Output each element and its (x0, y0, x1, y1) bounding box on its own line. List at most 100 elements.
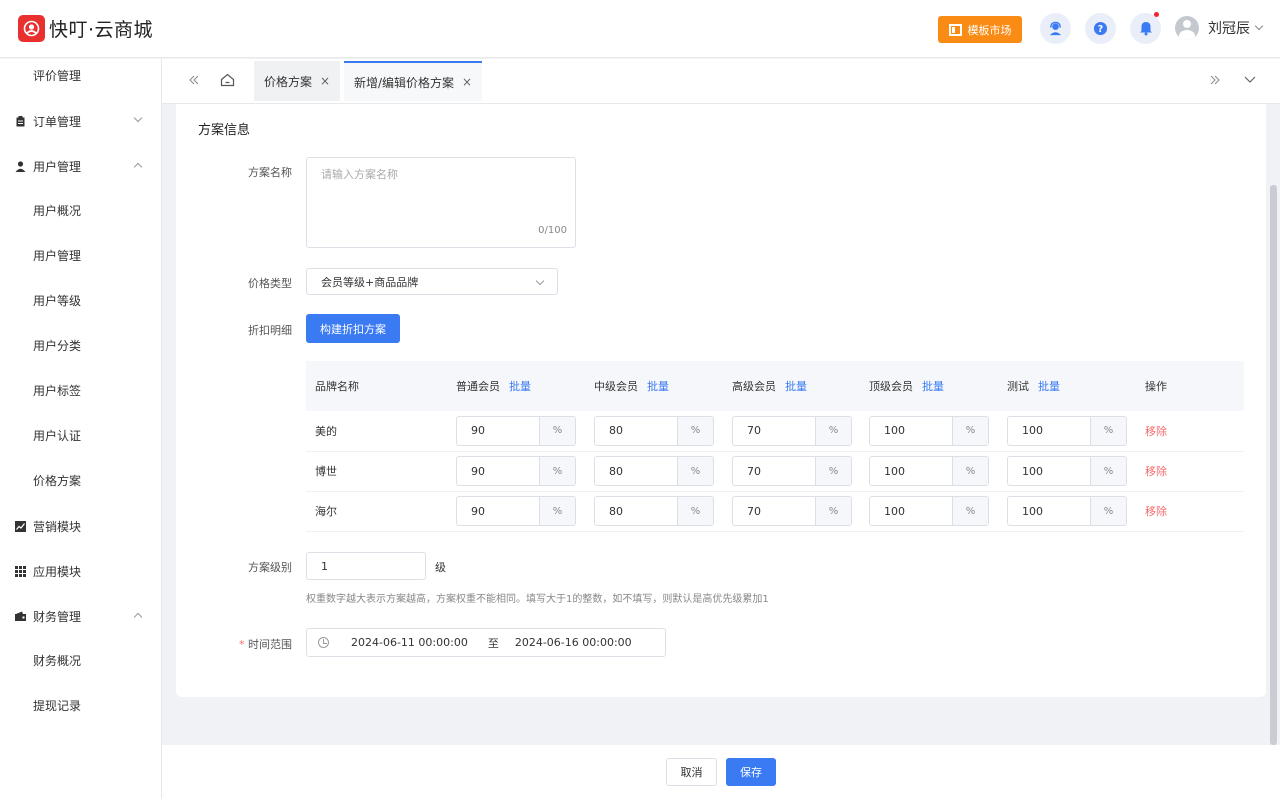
discount-value: 90 (471, 464, 485, 478)
user-menu[interactable]: 刘冠辰 (1175, 16, 1264, 40)
sidebar-item-user-verification[interactable]: 用户认证 (0, 413, 161, 457)
discount-input[interactable]: 80% (594, 456, 714, 486)
table-row: 美的 90% 80% 70% 100% 100% 移除 (306, 411, 1244, 452)
sidebar-item-withdrawals[interactable]: 提现记录 (0, 683, 161, 727)
discount-input[interactable]: 90% (456, 456, 576, 486)
action-cell: 移除 (1136, 411, 1244, 452)
sidebar-item-label: 营销模块 (33, 519, 82, 534)
discount-input[interactable]: 70% (732, 496, 852, 526)
sidebar-item-label: 应用模块 (33, 564, 82, 579)
plan-level-hint: 权重数字越大表示方案越高，方案权重不能相同。填写大于1的整数，如不填写，则默认是… (306, 594, 769, 605)
discount-table: 品牌名称 普通会员 批量 中级会员 批量 高级会员 批量 顶级会员 批量 测试 批量 操作… (306, 361, 1244, 532)
brand-logo[interactable]: 快叮·云商城 (18, 15, 153, 42)
discount-cell: 70% (723, 451, 860, 492)
discount-input[interactable]: 70% (732, 415, 852, 446)
plan-level-unit: 级 (435, 561, 446, 574)
tab-label: 价格方案 (264, 74, 313, 89)
batch-link[interactable]: 批量 (922, 380, 944, 393)
discount-input[interactable]: 70% (732, 456, 852, 486)
close-icon[interactable]: × (320, 74, 330, 88)
chevrons-left-icon[interactable] (188, 74, 200, 86)
notification-button[interactable] (1130, 12, 1161, 44)
discount-value: 100 (884, 504, 905, 518)
batch-link[interactable]: 批量 (1038, 380, 1060, 393)
discount-input[interactable]: 100% (1007, 456, 1127, 486)
discount-input[interactable]: 100% (869, 415, 989, 446)
sidebar-item-users[interactable]: 用户管理 (0, 144, 161, 188)
discount-value: 70 (747, 424, 761, 438)
discount-input[interactable]: 100% (869, 496, 989, 526)
sidebar-item-user-levels[interactable]: 用户等级 (0, 278, 161, 322)
batch-link[interactable]: 批量 (509, 380, 531, 393)
wallet-icon (15, 611, 26, 621)
discount-input[interactable]: 100% (869, 456, 989, 486)
level-column-header: 高级会员 批量 (723, 361, 860, 411)
sidebar-item-user-tags[interactable]: 用户标签 (0, 368, 161, 412)
percent-unit: % (1090, 416, 1126, 445)
price-type-select[interactable]: 会员等级+商品品牌 (306, 268, 558, 295)
table-header-row: 品牌名称 普通会员 批量 中级会员 批量 高级会员 批量 顶级会员 批量 测试 批量 操作 (306, 361, 1244, 411)
level-column-header: 普通会员 批量 (447, 361, 585, 411)
plan-name-input[interactable]: 请输入方案名称 0/100 (306, 157, 576, 248)
brand-cell: 美的 (306, 411, 447, 452)
user-icon (15, 160, 26, 172)
page-scrollbar[interactable] (1270, 185, 1277, 745)
discount-value: 100 (884, 424, 905, 438)
save-button[interactable]: 保存 (726, 758, 776, 786)
section-title: 方案信息 (198, 123, 251, 138)
sidebar-item-user-overview[interactable]: 用户概况 (0, 188, 161, 232)
plan-level-value: 1 (321, 559, 328, 573)
brand-column-header: 品牌名称 (306, 361, 447, 411)
clipboard-icon (16, 115, 25, 126)
notification-dot (1154, 12, 1159, 17)
remove-link[interactable]: 移除 (1145, 465, 1167, 478)
close-icon[interactable]: × (462, 75, 472, 89)
discount-cell: 90% (447, 411, 585, 452)
cancel-button[interactable]: 取消 (666, 758, 717, 786)
percent-unit: % (952, 497, 988, 525)
svg-text:?: ? (1098, 24, 1103, 35)
chart-icon (15, 520, 26, 532)
discount-input[interactable]: 80% (594, 496, 714, 526)
level-column-header: 顶级会员 批量 (860, 361, 998, 411)
time-range-picker[interactable]: 2024-06-11 00:00:00 至 2024-06-16 00:00:0… (306, 628, 666, 657)
support-button[interactable] (1040, 13, 1071, 44)
discount-input[interactable]: 80% (594, 415, 714, 446)
discount-input[interactable]: 100% (1007, 415, 1127, 446)
price-type-value: 会员等级+商品品牌 (321, 275, 419, 289)
home-icon[interactable] (220, 73, 235, 87)
sidebar-item-label: 财务概况 (33, 653, 82, 668)
tab-price-plans[interactable]: 价格方案 × (254, 61, 341, 101)
plan-form-card: 方案信息 方案名称 请输入方案名称 0/100 价格类型 会员等级+商品品牌 折… (176, 104, 1266, 697)
discount-input[interactable]: 90% (456, 496, 576, 526)
level-column-header: 中级会员 批量 (585, 361, 723, 411)
tab-edit-price-plan[interactable]: 新增/编辑价格方案 × (344, 61, 483, 101)
sidebar-item-user-categories[interactable]: 用户分类 (0, 323, 161, 367)
sidebar-item-marketing[interactable]: 营销模块 (0, 504, 161, 548)
discount-value: 70 (747, 504, 761, 518)
chevrons-right-icon[interactable] (1209, 74, 1221, 86)
sidebar-item-reviews[interactable]: 评价管理 (0, 53, 161, 97)
discount-input[interactable]: 90% (456, 415, 576, 446)
remove-link[interactable]: 移除 (1145, 425, 1167, 438)
build-discount-button[interactable]: 构建折扣方案 (306, 314, 400, 343)
start-time[interactable]: 2024-06-11 00:00:00 (351, 636, 468, 649)
end-time[interactable]: 2024-06-16 00:00:00 (515, 636, 632, 649)
sidebar-item-finance[interactable]: 财务管理 (0, 594, 161, 638)
sidebar-item-price-plans[interactable]: 价格方案 (0, 458, 161, 502)
batch-link[interactable]: 批量 (647, 380, 669, 393)
discount-cell: 80% (585, 491, 723, 532)
batch-link[interactable]: 批量 (785, 380, 807, 393)
form-footer: 取消 保存 (162, 745, 1280, 799)
discount-input[interactable]: 100% (1007, 496, 1127, 526)
sidebar-item-apps[interactable]: 应用模块 (0, 549, 161, 593)
sidebar-item-finance-overview[interactable]: 财务概况 (0, 638, 161, 682)
sidebar-item-orders[interactable]: 订单管理 (0, 99, 161, 143)
template-market-button[interactable]: 模板市场 (938, 16, 1022, 43)
help-button[interactable]: ? (1085, 13, 1116, 44)
remove-link[interactable]: 移除 (1145, 505, 1167, 518)
plan-name-placeholder: 请输入方案名称 (321, 168, 398, 181)
chevron-down-icon[interactable] (1244, 75, 1256, 85)
plan-level-input[interactable]: 1 (306, 552, 426, 580)
sidebar-item-user-management[interactable]: 用户管理 (0, 233, 161, 277)
